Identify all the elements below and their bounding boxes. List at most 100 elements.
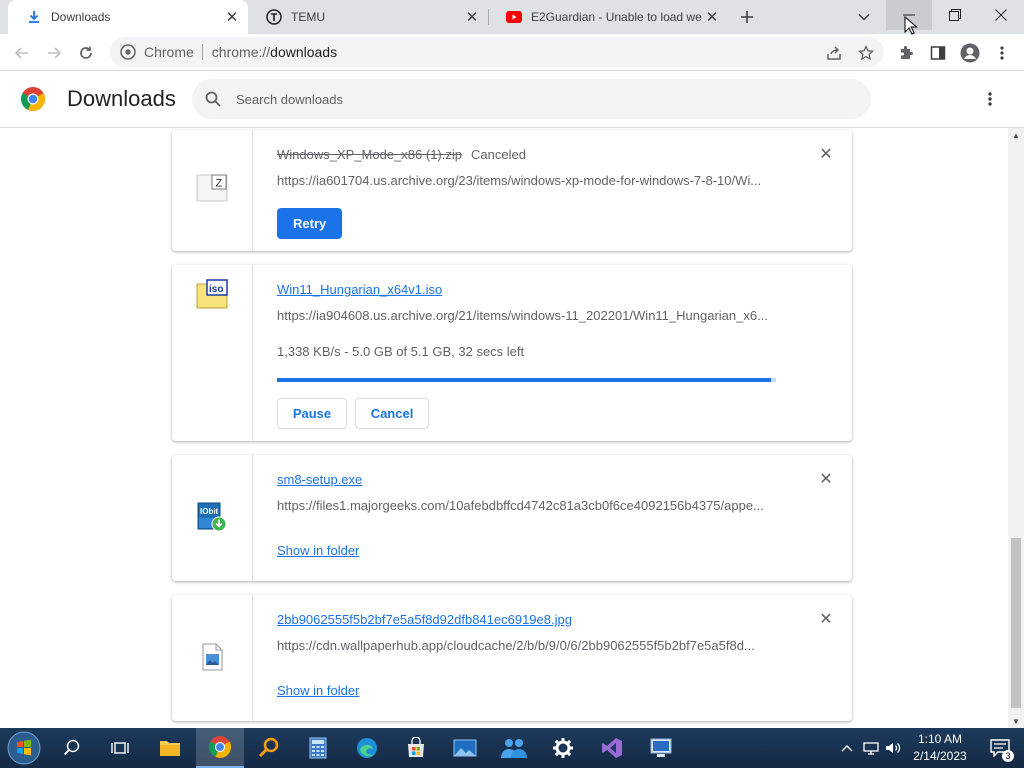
- temu-icon: [266, 9, 282, 25]
- close-window-button[interactable]: [978, 0, 1024, 30]
- tab-temu[interactable]: TEMU ✕: [248, 0, 488, 34]
- task-view-icon: [111, 742, 129, 754]
- taskbar-clock[interactable]: 1:10 AM 2/14/2023: [902, 731, 978, 765]
- magnifier-app-icon: [258, 737, 279, 758]
- bookmark-button[interactable]: [852, 39, 880, 67]
- restore-icon: [949, 9, 961, 21]
- tab-title: Downloads: [51, 10, 111, 24]
- reload-icon: [80, 46, 92, 59]
- taskbar-file-explorer[interactable]: [146, 728, 194, 768]
- gear-icon: [553, 738, 573, 758]
- file-name[interactable]: Win11_Hungarian_x64v1.iso: [277, 282, 442, 297]
- file-name[interactable]: 2bb9062555f5b2bf7e5a5f8d92dfb841ec6919e8…: [277, 612, 572, 627]
- file-name[interactable]: sm8-setup.exe: [277, 472, 362, 487]
- reload-button[interactable]: [72, 39, 100, 67]
- tab-title: E2Guardian - Unable to load web: [531, 10, 702, 24]
- image-file-icon: [202, 643, 223, 671]
- source-url[interactable]: https://ia601704.us.archive.org/23/items…: [277, 173, 777, 188]
- taskbar-search-app[interactable]: [245, 728, 293, 768]
- taskbar-chrome[interactable]: [196, 728, 244, 768]
- chrome-menu-button[interactable]: [988, 39, 1016, 67]
- source-url[interactable]: https://ia904608.us.archive.org/21/items…: [277, 308, 777, 323]
- avatar-icon: [960, 43, 980, 63]
- action-center-button[interactable]: 3: [980, 728, 1020, 768]
- tab-downloads[interactable]: Downloads ✕: [8, 0, 248, 34]
- taskbar-visual-studio[interactable]: [588, 728, 636, 768]
- network-tray-button[interactable]: [860, 728, 882, 768]
- taskbar-store[interactable]: [392, 728, 440, 768]
- show-in-folder-link[interactable]: Show in folder: [277, 683, 359, 698]
- url-text: chrome://downloads: [212, 44, 337, 60]
- photos-icon: [453, 739, 477, 757]
- taskbar-remote-desktop[interactable]: [637, 728, 685, 768]
- url-scheme: chrome://: [211, 44, 271, 60]
- back-button[interactable]: [8, 39, 36, 67]
- kebab-menu-icon: [988, 92, 992, 106]
- source-url[interactable]: https://cdn.wallpaperhub.app/cloudcache/…: [277, 638, 777, 653]
- taskbar-photos[interactable]: [441, 728, 489, 768]
- side-panel-button[interactable]: [924, 39, 952, 67]
- scroll-thumb[interactable]: [1011, 538, 1021, 708]
- iso-file-icon: iso: [196, 279, 228, 309]
- show-in-folder-link[interactable]: Show in folder: [277, 543, 359, 558]
- download-item: iso Win11_Hungarian_x64v1.iso https://ia…: [172, 265, 852, 441]
- site-chip: Chrome: [144, 44, 203, 60]
- file-icon-column: iso: [172, 265, 253, 441]
- extensions-button[interactable]: [892, 39, 920, 67]
- search-input[interactable]: [236, 91, 836, 107]
- scroll-down-arrow-icon[interactable]: ▼: [1008, 714, 1024, 728]
- cancel-button[interactable]: Cancel: [355, 398, 429, 429]
- volume-tray-button[interactable]: [882, 728, 904, 768]
- download-item: Z Windows_XP_Mode_x86 (1).zip Canceled h…: [172, 130, 852, 251]
- search-downloads-box[interactable]: [192, 79, 871, 119]
- taskbar-edge[interactable]: [343, 728, 391, 768]
- profile-button[interactable]: [956, 39, 984, 67]
- star-icon: [858, 45, 874, 61]
- speaker-icon: [886, 743, 901, 753]
- remove-from-list-icon[interactable]: ✕: [816, 144, 836, 164]
- start-button[interactable]: [0, 728, 48, 768]
- remove-from-list-icon[interactable]: ✕: [816, 609, 836, 629]
- chrome-site-icon: [120, 44, 136, 60]
- download-item: IObit sm8-setup.exe https://files1.major…: [172, 455, 852, 581]
- pause-button[interactable]: Pause: [277, 398, 347, 429]
- scroll-up-arrow-icon[interactable]: ▲: [1008, 128, 1024, 142]
- side-panel-icon: [930, 46, 946, 60]
- tab-e2guardian[interactable]: E2Guardian - Unable to load web ✕: [488, 0, 728, 34]
- plus-icon: [741, 11, 753, 23]
- progress-status: 1,338 KB/s - 5.0 GB of 5.1 GB, 32 secs l…: [277, 344, 525, 359]
- taskbar-search-button[interactable]: [48, 728, 96, 768]
- tab-strip: Downloads ✕ TEMU ✕ E2Guardian - Unable t…: [0, 0, 1024, 34]
- taskbar-people[interactable]: [490, 728, 538, 768]
- chrome-logo-icon: [21, 87, 45, 111]
- new-tab-button[interactable]: [735, 5, 759, 29]
- taskbar-settings[interactable]: [539, 728, 587, 768]
- svg-text:iso: iso: [209, 284, 223, 295]
- tab-close-icon[interactable]: ✕: [462, 7, 482, 27]
- task-view-button[interactable]: [96, 728, 144, 768]
- source-url[interactable]: https://files1.majorgeeks.com/10afebdbff…: [277, 498, 777, 513]
- browser-toolbar: Chrome chrome://downloads: [0, 34, 1024, 71]
- show-hidden-icons-button[interactable]: [838, 728, 856, 768]
- tab-title: TEMU: [291, 10, 325, 24]
- remove-from-list-icon[interactable]: ✕: [816, 469, 836, 489]
- clock-time: 1:10 AM: [917, 732, 963, 746]
- tab-search-button[interactable]: [852, 5, 876, 29]
- share-button[interactable]: [820, 39, 848, 67]
- address-bar[interactable]: Chrome chrome://downloads: [110, 37, 884, 67]
- tab-close-icon[interactable]: ✕: [222, 7, 242, 27]
- downloads-list: Z Windows_XP_Mode_x86 (1).zip Canceled h…: [0, 128, 1008, 728]
- tab-close-icon[interactable]: ✕: [702, 7, 722, 27]
- iobit-installer-icon: IObit: [197, 502, 227, 532]
- restore-button[interactable]: [932, 0, 978, 30]
- store-icon: [408, 737, 424, 757]
- taskbar-calculator[interactable]: [294, 728, 342, 768]
- windows-taskbar: 1:10 AM 2/14/2023 3: [0, 728, 1024, 768]
- downloads-menu-button[interactable]: [978, 87, 1002, 111]
- kebab-menu-icon: [1000, 46, 1004, 60]
- chevron-down-icon: [858, 13, 870, 21]
- forward-button[interactable]: [40, 39, 68, 67]
- folder-icon: [160, 741, 180, 756]
- retry-button[interactable]: Retry: [277, 208, 343, 239]
- page-scrollbar[interactable]: ▲ ▼: [1008, 128, 1024, 728]
